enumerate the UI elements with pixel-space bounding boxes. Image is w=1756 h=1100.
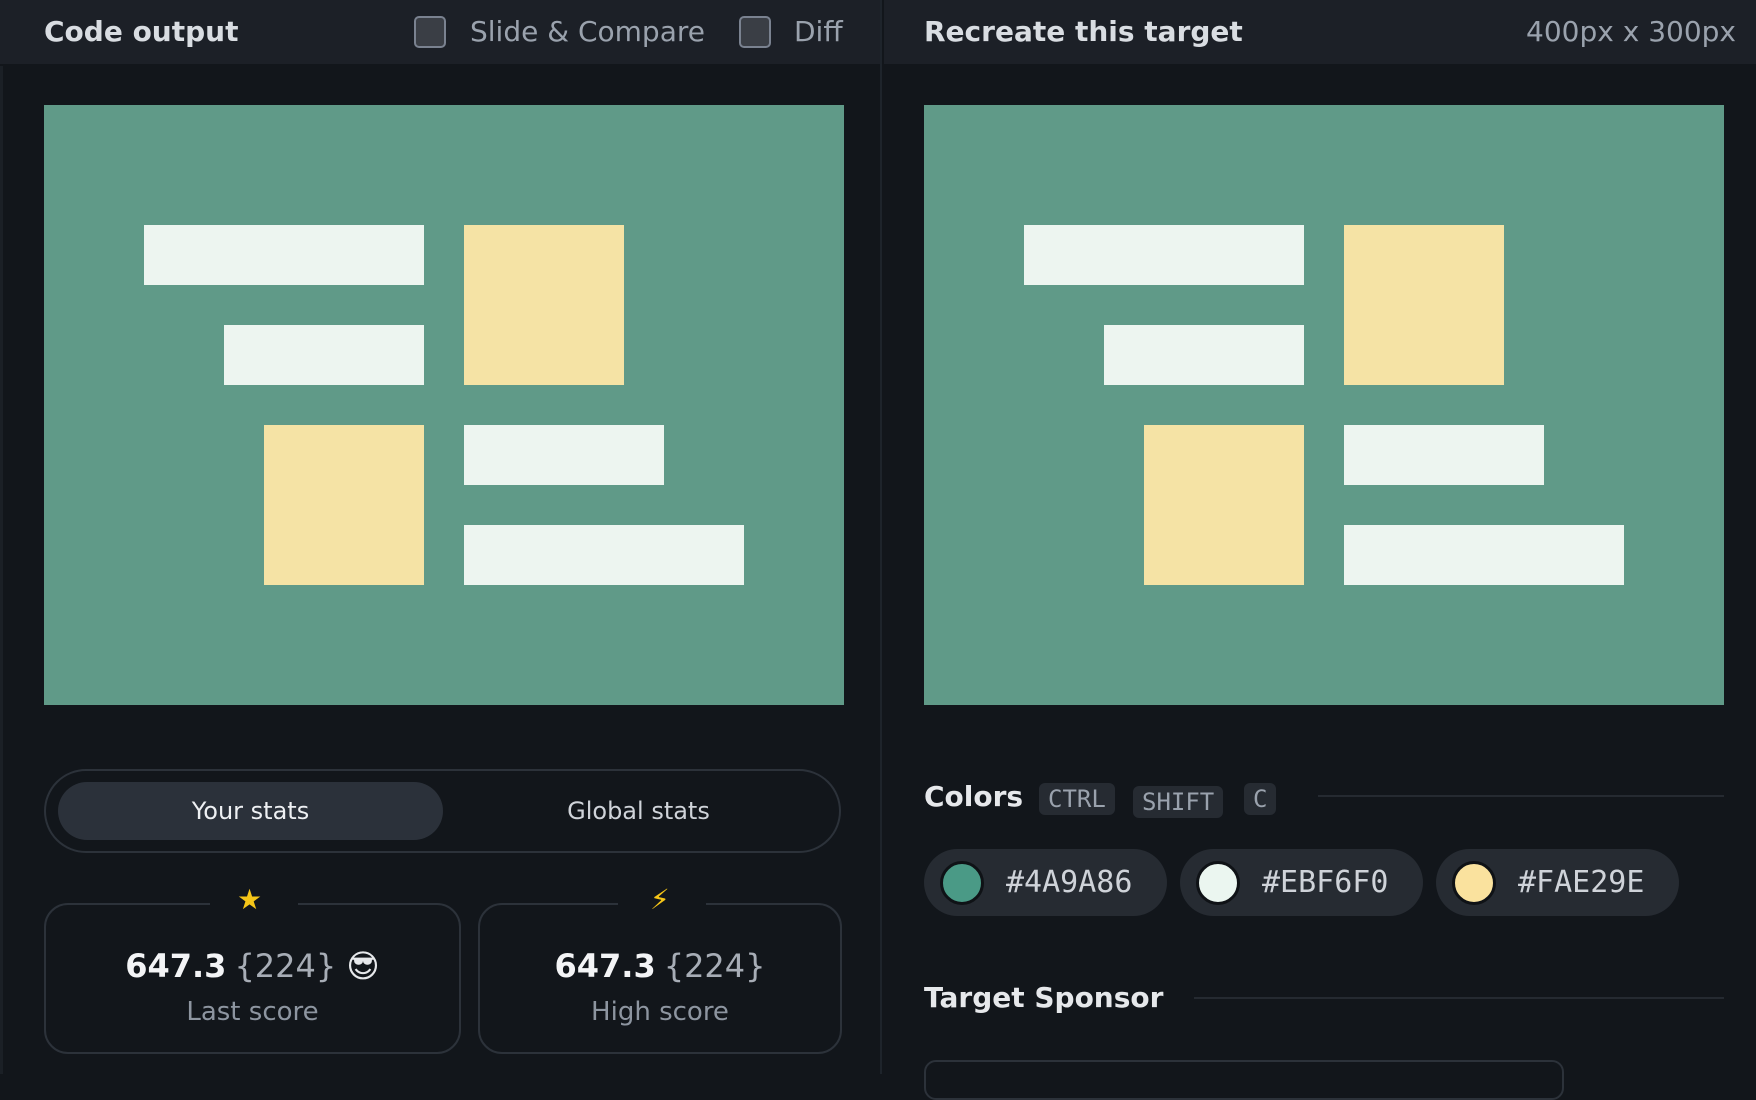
light-bar: [1104, 325, 1304, 385]
light-bar: [464, 425, 664, 485]
kbd-shift: SHIFT: [1133, 786, 1224, 818]
last-score-label: Last score: [186, 997, 319, 1027]
divider: [1194, 997, 1724, 999]
divider: [1318, 795, 1724, 797]
last-score-card: ★ 647.3 {224} 😎 Last score: [44, 883, 461, 1054]
target-canvas[interactable]: [924, 105, 1724, 705]
lightning-icon: ⚡: [650, 883, 670, 916]
light-bar: [1024, 225, 1304, 285]
stats-toggle: Your stats Global stats: [44, 769, 841, 853]
yellow-square: [264, 425, 424, 585]
light-bar: [1344, 425, 1544, 485]
tab-global-stats[interactable]: Global stats: [446, 782, 831, 840]
high-score-card: ⚡ 647.3 {224} High score: [478, 883, 842, 1054]
sunglasses-emoji-icon: 😎: [346, 947, 380, 985]
canvas-background: [44, 105, 844, 705]
kbd-ctrl: CTRL: [1039, 783, 1115, 815]
code-output-panel: Code output Slide & Compare Diff Your st…: [0, 0, 882, 1074]
code-output-header: Code output Slide & Compare Diff: [0, 0, 880, 64]
yellow-square: [464, 225, 624, 385]
colors-heading: Colors: [924, 780, 1024, 813]
last-score-value: 647.3 {224} 😎: [125, 947, 380, 985]
color-swatch[interactable]: #EBF6F0: [1180, 849, 1423, 916]
high-score-label: High score: [591, 997, 729, 1027]
color-hex: #FAE29E: [1518, 865, 1645, 900]
light-bar: [464, 525, 744, 585]
target-dimensions: 400px x 300px: [1526, 15, 1736, 48]
color-dot: [940, 861, 984, 905]
target-panel: Recreate this target 400px x 300px Color…: [884, 0, 1756, 1100]
code-output-title: Code output: [44, 15, 239, 48]
target-sponsor-heading: Target Sponsor: [924, 981, 1164, 1014]
color-hex: #EBF6F0: [1262, 865, 1389, 900]
slide-compare-label[interactable]: Slide & Compare: [470, 15, 705, 48]
target-header: Recreate this target 400px x 300px: [884, 0, 1756, 64]
diff-checkbox[interactable]: [739, 16, 771, 48]
canvas-background: [924, 105, 1724, 705]
target-title: Recreate this target: [924, 15, 1243, 48]
yellow-square: [1344, 225, 1504, 385]
light-bar: [1344, 525, 1624, 585]
light-bar: [144, 225, 424, 285]
high-score-value: 647.3 {224}: [554, 947, 766, 985]
slide-compare-checkbox[interactable]: [414, 16, 446, 48]
color-hex: #4A9A86: [1006, 865, 1133, 900]
color-swatch[interactable]: #4A9A86: [924, 849, 1167, 916]
light-bar: [224, 325, 424, 385]
color-swatch[interactable]: #FAE29E: [1436, 849, 1679, 916]
diff-label[interactable]: Diff: [794, 15, 843, 48]
color-dot: [1452, 861, 1496, 905]
star-icon: ★: [237, 883, 263, 916]
yellow-square: [1144, 425, 1304, 585]
color-dot: [1196, 861, 1240, 905]
code-output-canvas[interactable]: [44, 105, 844, 705]
tab-your-stats[interactable]: Your stats: [58, 782, 443, 840]
kbd-c: C: [1244, 783, 1277, 815]
sponsor-card[interactable]: [924, 1060, 1564, 1100]
